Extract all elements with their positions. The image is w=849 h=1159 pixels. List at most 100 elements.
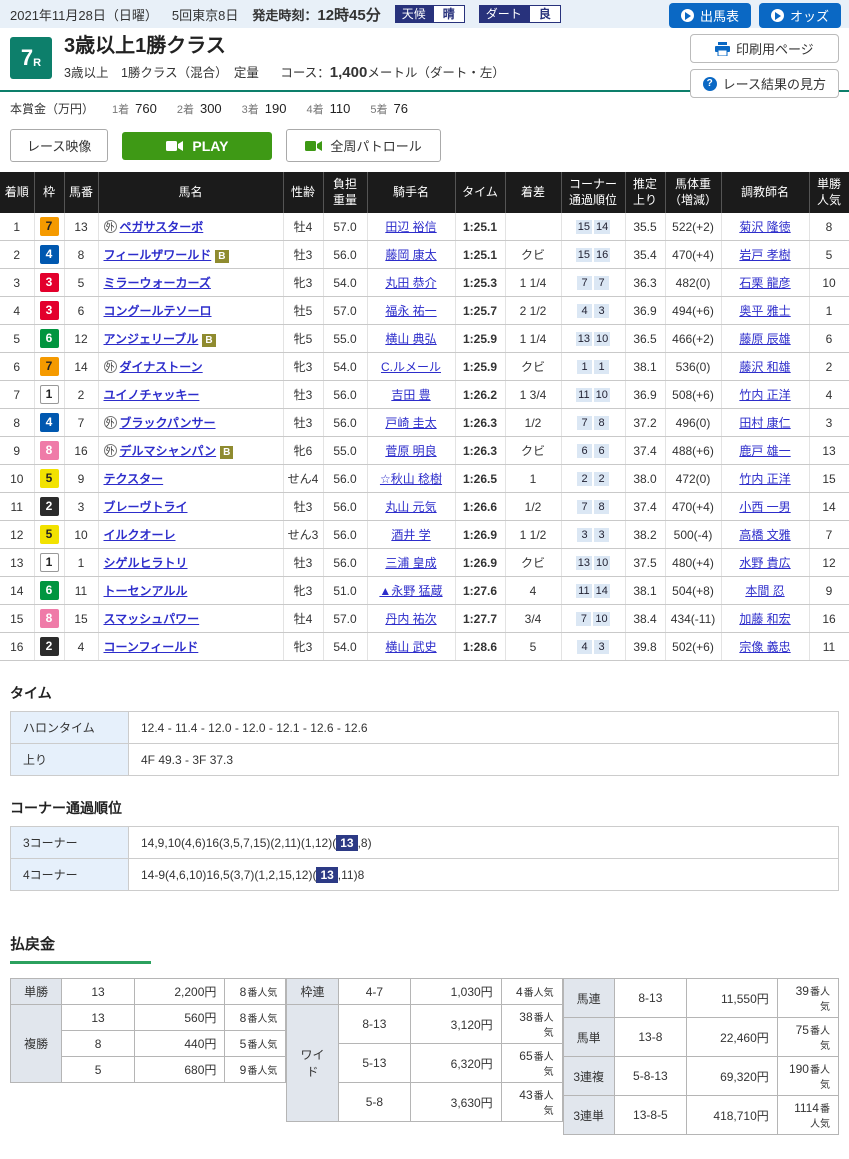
horse-name-link[interactable]: ユイノチャッキー — [104, 388, 200, 402]
odds-button[interactable]: オッズ — [759, 3, 841, 28]
jockey-link[interactable]: 田辺 裕信 — [385, 220, 436, 234]
jockey-link[interactable]: ☆秋山 稔樹 — [380, 472, 442, 486]
corner3-position: 11 — [576, 388, 591, 402]
horse-name-link[interactable]: フィールザワールド — [104, 248, 212, 262]
print-page-button[interactable]: 印刷用ページ — [690, 34, 839, 63]
jockey-link[interactable]: 戸崎 圭太 — [385, 416, 436, 430]
trainer-link[interactable]: 水野 貴広 — [739, 556, 790, 570]
horse-number: 3 — [64, 493, 98, 521]
trainer-link[interactable]: 本間 忍 — [745, 584, 784, 598]
trainer-cell: 竹内 正洋 — [721, 381, 809, 409]
trainer-link[interactable]: 宗像 義忠 — [739, 640, 790, 654]
trainer-link[interactable]: 藤原 辰雄 — [739, 332, 790, 346]
time-row-label: ハロンタイム — [11, 712, 129, 744]
jockey-cell: ▲永野 猛蔵 — [367, 577, 455, 605]
trainer-link[interactable]: 高橋 文雅 — [739, 528, 790, 542]
estimated-last3f: 37.4 — [625, 437, 665, 465]
horse-name-link[interactable]: テクスター — [104, 472, 164, 486]
corner3-position: 13 — [576, 556, 592, 570]
carried-weight: 56.0 — [323, 241, 367, 269]
horse-name-link[interactable]: スマッシュパワー — [104, 612, 200, 626]
entries-button[interactable]: 出馬表 — [669, 3, 751, 28]
jockey-link[interactable]: 丸田 恭介 — [385, 276, 436, 290]
corner-positions: 43 — [561, 297, 625, 325]
trainer-link[interactable]: 田村 康仁 — [739, 416, 790, 430]
bet-type-label: 3連複 — [563, 1057, 614, 1096]
payout-combination: 13-8 — [614, 1018, 686, 1057]
prize-amount: 300 — [200, 101, 222, 116]
time-row: 上り4F 49.3 - 3F 37.3 — [11, 744, 839, 776]
finish-time: 1:26.2 — [455, 381, 505, 409]
horse-weight: 494(+6) — [665, 297, 721, 325]
column-header: 枠 — [34, 172, 64, 213]
trainer-link[interactable]: 奥平 雅士 — [739, 304, 790, 318]
jockey-link[interactable]: 藤岡 康太 — [385, 248, 436, 262]
trainer-link[interactable]: 鹿戸 雄一 — [739, 444, 790, 458]
jockey-link[interactable]: C.ルメール — [381, 360, 441, 374]
horse-name-link[interactable]: ブラックパンサー — [120, 416, 216, 430]
horse-name-link[interactable]: コーンフィールド — [104, 640, 199, 654]
trainer-link[interactable]: 藤沢 和雄 — [739, 360, 790, 374]
jockey-link[interactable]: 菅原 明良 — [385, 444, 436, 458]
jockey-link[interactable]: 横山 武史 — [385, 640, 436, 654]
results-table: 着順枠馬番馬名性齢負担 重量騎手名タイム着差コーナー 通過順位推定 上り馬体重 … — [0, 172, 849, 661]
trainer-link[interactable]: 竹内 正洋 — [739, 388, 790, 402]
patrol-video-button[interactable]: 全周パトロール — [286, 129, 440, 162]
trainer-link[interactable]: 小西 一男 — [739, 500, 790, 514]
jockey-link[interactable]: ▲永野 猛蔵 — [379, 584, 442, 598]
weather-label: 天候 — [395, 5, 433, 23]
horse-number: 10 — [64, 521, 98, 549]
horse-name-link[interactable]: イルクオーレ — [104, 528, 176, 542]
popularity-suffix: 番人気 — [810, 1026, 830, 1052]
popularity-number: 75 — [796, 1023, 809, 1037]
payout-amount: 6,320円 — [411, 1044, 502, 1083]
horse-name-link[interactable]: ブレーヴトライ — [104, 500, 188, 514]
race-video-button[interactable]: レース映像 — [10, 129, 108, 162]
corner3-position: 1 — [577, 360, 592, 374]
frame-number-badge: 5 — [40, 469, 59, 488]
bet-type-label: 複勝 — [11, 1005, 62, 1083]
payout-combination: 8 — [62, 1031, 135, 1057]
horse-number: 5 — [64, 269, 98, 297]
winner-highlight: 13 — [316, 867, 337, 883]
horse-name-link[interactable]: アンジェリーブル — [104, 332, 199, 346]
estimated-last3f: 36.3 — [625, 269, 665, 297]
jockey-link[interactable]: 福永 祐一 — [385, 304, 436, 318]
margin: 3/4 — [505, 605, 561, 633]
finish-time: 1:25.9 — [455, 353, 505, 381]
payout-combination: 8-13 — [614, 979, 686, 1018]
finish-position: 9 — [0, 437, 34, 465]
popularity-number: 8 — [240, 1011, 247, 1025]
jockey-link[interactable]: 丹内 祐次 — [385, 612, 436, 626]
trainer-link[interactable]: 菊沢 隆徳 — [739, 220, 790, 234]
trainer-link[interactable]: 竹内 正洋 — [739, 472, 790, 486]
race-number-badge: 7R — [10, 37, 52, 79]
jockey-link[interactable]: 横山 典弘 — [385, 332, 436, 346]
result-guide-button[interactable]: ? レース結果の見方 — [690, 69, 839, 98]
payout-amount: 3,120円 — [411, 1005, 502, 1044]
jockey-link[interactable]: 吉田 豊 — [391, 388, 430, 402]
column-header: 性齢 — [283, 172, 323, 213]
trainer-link[interactable]: 岩戸 孝樹 — [739, 248, 790, 262]
corner3-position: 4 — [577, 640, 592, 654]
horse-name-link[interactable]: トーセンアルル — [104, 584, 188, 598]
jockey-link[interactable]: 三浦 皇成 — [385, 556, 436, 570]
jockey-cell: 丸山 元気 — [367, 493, 455, 521]
track-condition-badge: ダート 良 — [479, 5, 561, 23]
jockey-link[interactable]: 酒井 学 — [391, 528, 430, 542]
corner3-position: 6 — [577, 444, 592, 458]
frame-number-badge: 3 — [40, 301, 59, 320]
race-number: 7 — [21, 45, 33, 71]
horse-name-link[interactable]: ミラーウォーカーズ — [104, 276, 211, 290]
jockey-link[interactable]: 丸山 元気 — [385, 500, 436, 514]
horse-name-link[interactable]: コングールテソーロ — [104, 304, 212, 318]
trainer-cell: 田村 康仁 — [721, 409, 809, 437]
horse-name-link[interactable]: デルマシャンパン — [120, 444, 217, 458]
horse-name-link[interactable]: シゲルヒラトリ — [104, 556, 188, 570]
horse-name-link[interactable]: ダイナストーン — [120, 360, 203, 374]
margin: クビ — [505, 549, 561, 577]
play-button[interactable]: PLAY — [122, 132, 272, 160]
trainer-link[interactable]: 石栗 龍彦 — [739, 276, 790, 290]
horse-name-link[interactable]: ペガサスターボ — [120, 220, 204, 234]
trainer-link[interactable]: 加藤 和宏 — [739, 612, 790, 626]
